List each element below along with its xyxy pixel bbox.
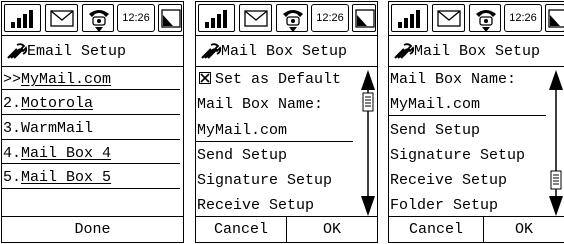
telephone-icon	[82, 4, 114, 32]
list-item-prefix: >>	[3, 71, 22, 88]
divider	[2, 139, 180, 140]
send-setup-item[interactable]: Send Setup	[196, 143, 287, 168]
clock-time: 12:26	[504, 4, 542, 32]
clock-time: 12:26	[311, 4, 349, 32]
status-bar: 12:26	[196, 2, 377, 36]
envelope-icon	[45, 4, 78, 32]
scroll-thumb	[362, 92, 374, 112]
softkey-bar: Cancel OK	[389, 216, 564, 242]
ok-button[interactable]: OK	[286, 217, 377, 242]
mail-box-setup-screen-scrolled: 12:26 Mail Box Setup Mail Box Name: MyMa…	[388, 1, 564, 243]
signature-setup-item[interactable]: Signature Setup	[389, 143, 525, 168]
list-item-prefix: 2.	[3, 95, 22, 112]
telephone-icon	[469, 4, 501, 32]
scroll-up-arrow-icon	[549, 70, 563, 90]
done-button[interactable]: Done	[2, 217, 183, 242]
scroll-thumb	[550, 170, 562, 190]
screen-title-text: Mail Box Setup	[221, 42, 348, 60]
signal-bars-icon	[198, 4, 235, 32]
settings-wrench-icon	[201, 43, 221, 59]
list-item-prefix: 4.	[3, 145, 22, 162]
clock-time: 12:26	[117, 4, 155, 32]
telephone-icon	[276, 4, 308, 32]
screen-title: Mail Box Setup	[196, 36, 377, 67]
field-underline	[389, 115, 546, 116]
signal-bars-icon	[391, 4, 428, 32]
softkey-bar: Done	[2, 216, 183, 242]
screen-title-text: Email Setup	[27, 42, 127, 60]
divider	[2, 114, 180, 115]
list-item-label: WarmMail	[21, 120, 94, 137]
mail-box-name-label: Mail Box Name:	[390, 71, 517, 88]
list-item-label: MyMail.com	[21, 71, 112, 88]
mail-box-name-field[interactable]: MyMail.com	[389, 92, 480, 117]
scroll-up-arrow-icon	[361, 70, 375, 90]
envelope-icon	[239, 4, 272, 32]
battery-icon	[352, 4, 376, 32]
list-item-label: Mail Box 4	[21, 145, 112, 162]
status-bar: 12:26	[389, 2, 564, 36]
checkbox-label: Set as Default	[215, 71, 342, 88]
mail-box-name-label: Mail Box Name:	[197, 96, 324, 113]
folder-setup-item[interactable]: Folder Setup	[389, 193, 498, 218]
divider	[2, 188, 180, 189]
mail-box-setup-screen: 12:26 Mail Box Setup Set as Default Mail…	[195, 1, 378, 243]
screen-title-text: Mail Box Setup	[414, 42, 541, 60]
list-item-mailbox-2[interactable]: 2.Motorola	[2, 91, 93, 116]
battery-icon	[158, 4, 182, 32]
send-setup-item[interactable]: Send Setup	[389, 118, 480, 143]
divider	[2, 89, 180, 90]
battery-icon	[545, 4, 564, 32]
cancel-button[interactable]: Cancel	[389, 217, 483, 242]
status-bar: 12:26	[2, 2, 183, 36]
softkey-bar: Cancel OK	[196, 216, 377, 242]
list-item-prefix: 5.	[3, 169, 22, 186]
list-item-label: Motorola	[21, 95, 94, 112]
scrollbar[interactable]	[360, 68, 376, 218]
signature-setup-item[interactable]: Signature Setup	[196, 168, 332, 193]
checked-box-icon	[199, 72, 211, 84]
screen-title: Mail Box Setup	[389, 36, 564, 67]
receive-setup-item[interactable]: Receive Setup	[196, 193, 314, 218]
mail-box-name-field[interactable]: MyMail.com	[196, 118, 287, 143]
list-item-mailbox-5[interactable]: 5.Mail Box 5	[2, 165, 111, 190]
envelope-icon	[432, 4, 465, 32]
settings-wrench-icon	[394, 43, 414, 59]
cancel-button[interactable]: Cancel	[196, 217, 286, 242]
screen-title: Email Setup	[2, 36, 183, 67]
list-item-prefix: 3.	[3, 120, 22, 137]
list-item-label: Mail Box 5	[21, 169, 112, 186]
scroll-down-arrow-icon	[549, 196, 563, 216]
field-underline	[196, 141, 353, 142]
list-item-mailbox-3[interactable]: 3.WarmMail	[2, 116, 93, 141]
signal-bars-icon	[4, 4, 41, 32]
set-as-default-checkbox[interactable]: Set as Default	[196, 67, 341, 92]
email-setup-screen: 12:26 Email Setup >>MyMail.com 2.Motorol…	[1, 1, 184, 243]
scroll-down-arrow-icon	[361, 196, 375, 216]
receive-setup-item[interactable]: Receive Setup	[389, 168, 507, 193]
scrollbar[interactable]	[548, 68, 564, 218]
ok-button[interactable]: OK	[483, 217, 564, 242]
settings-wrench-icon	[7, 43, 27, 59]
divider	[2, 163, 180, 164]
